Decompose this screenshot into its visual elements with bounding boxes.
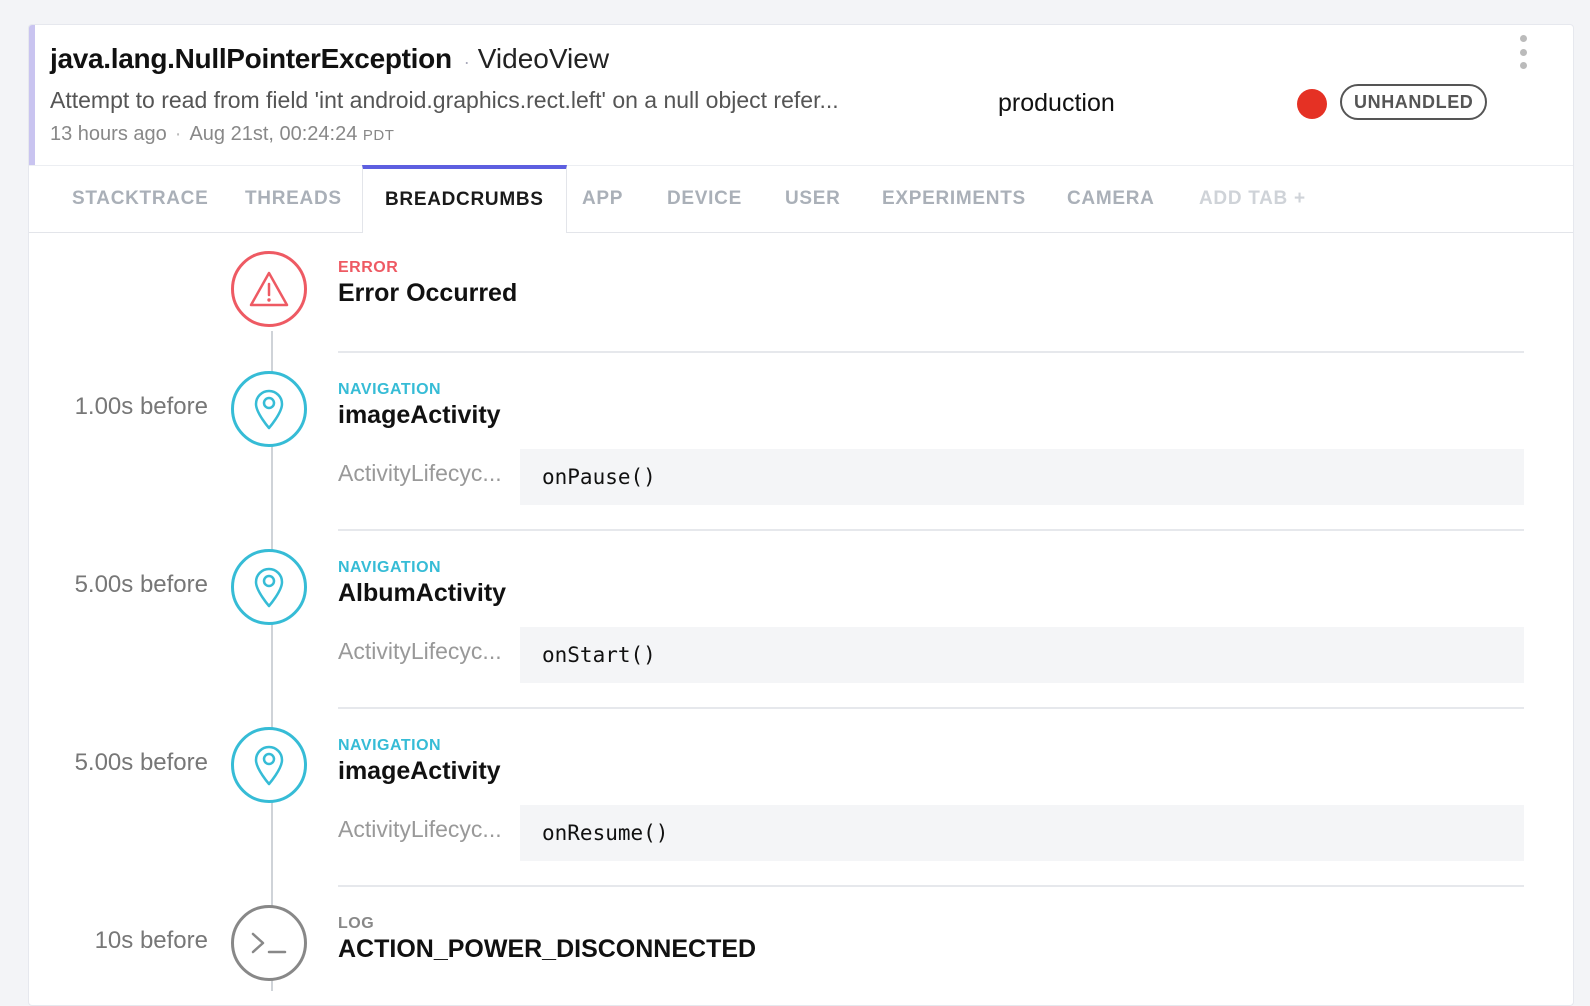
error-context: VideoView	[477, 43, 610, 74]
breadcrumb-offset: 5.00s before	[74, 571, 208, 598]
breadcrumb-offset: 10s before	[94, 927, 208, 954]
divider	[338, 885, 1524, 887]
tab-experiments[interactable]: EXPERIMENTS	[882, 166, 1026, 232]
breadcrumb-type: ERROR	[338, 259, 399, 276]
terminal-icon	[231, 905, 307, 981]
breadcrumb-name: Error Occurred	[338, 279, 518, 307]
unhandled-badge: UNHANDLED	[1340, 84, 1488, 120]
time-row: 13 hours ago · Aug 21st, 00:24:24 PDT	[50, 123, 394, 146]
breadcrumb-name: ACTION_POWER_DISCONNECTED	[338, 935, 757, 963]
breadcrumb-type: NAVIGATION	[338, 559, 442, 576]
error-message: Attempt to read from field 'int android.…	[50, 87, 839, 113]
tab-breadcrumbs[interactable]: BREADCRUMBS	[362, 165, 567, 233]
metadata-key: ActivityLifecyc...	[338, 638, 502, 664]
time-ago: 13 hours ago	[50, 123, 167, 145]
breadcrumb-name: AlbumActivity	[338, 579, 507, 607]
tab-user[interactable]: USER	[785, 166, 841, 232]
divider	[338, 351, 1524, 353]
breadcrumb-type: LOG	[338, 915, 375, 932]
time-separator: ·	[174, 123, 182, 145]
severity-indicator	[1297, 89, 1327, 119]
metadata-value: onPause()	[520, 449, 1524, 505]
tab-stacktrace[interactable]: STACKTRACE	[72, 166, 208, 232]
timestamp: Aug 21st, 00:24:24	[189, 123, 358, 145]
divider	[338, 529, 1524, 531]
tab-camera[interactable]: CAMERA	[1067, 166, 1155, 232]
breadcrumb-name: imageActivity	[338, 401, 501, 429]
release-stage: production	[998, 89, 1115, 117]
tab-device[interactable]: DEVICE	[667, 166, 742, 232]
divider	[338, 707, 1524, 709]
metadata-key: ActivityLifecyc...	[338, 816, 502, 842]
error-title: java.lang.NullPointerException · VideoVi…	[50, 43, 609, 75]
timezone: PDT	[362, 127, 395, 144]
accent-bar	[29, 25, 35, 165]
more-options-icon[interactable]	[1518, 35, 1528, 69]
metadata-value: onStart()	[520, 627, 1524, 683]
breadcrumb-offset: 5.00s before	[74, 749, 208, 776]
title-separator: ·	[463, 52, 470, 72]
breadcrumb-offset: 1.00s before	[74, 393, 208, 420]
add-tab-button[interactable]: ADD TAB +	[1199, 166, 1306, 232]
error-class: java.lang.NullPointerException	[50, 43, 452, 74]
metadata-value: onResume()	[520, 805, 1524, 861]
breadcrumb-type: NAVIGATION	[338, 381, 442, 398]
tab-bar: STACKTRACE THREADS BREADCRUMBS APP DEVIC…	[29, 165, 1573, 233]
breadcrumb-type: NAVIGATION	[338, 737, 442, 754]
warning-icon	[231, 251, 307, 327]
map-pin-icon	[231, 371, 307, 447]
map-pin-icon	[231, 549, 307, 625]
breadcrumb-timeline: ERROR Error Occurred 1.00s before NAVIGA…	[29, 231, 1573, 1005]
map-pin-icon	[231, 727, 307, 803]
error-card: java.lang.NullPointerException · VideoVi…	[28, 24, 1574, 1006]
tab-threads[interactable]: THREADS	[245, 166, 342, 232]
tab-app[interactable]: APP	[582, 166, 623, 232]
metadata-key: ActivityLifecyc...	[338, 460, 502, 486]
breadcrumb-name: imageActivity	[338, 757, 501, 785]
